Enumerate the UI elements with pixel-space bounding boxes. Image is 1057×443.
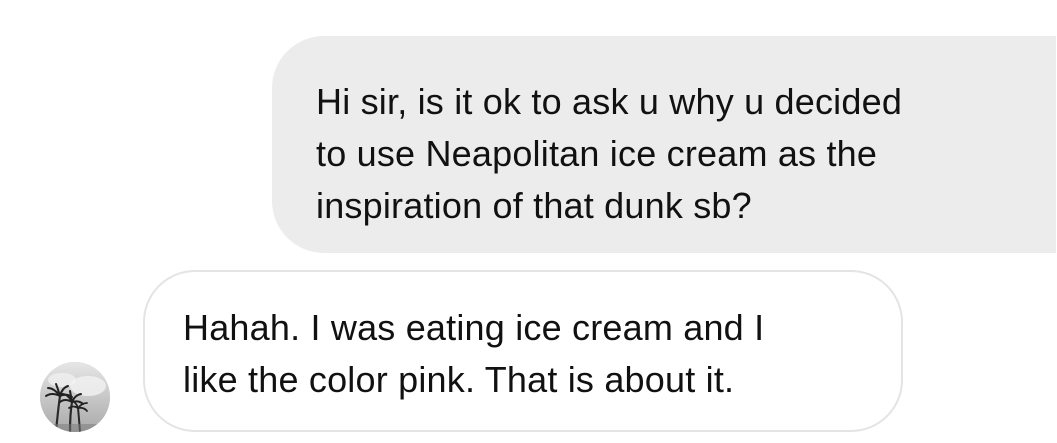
received-message-bubble[interactable]: Hahah. I was eating ice cream and I like… [143,270,903,432]
sent-message-text: Hi sir, is it ok to ask u why u decided … [316,81,903,226]
sent-message-bubble[interactable]: Hi sir, is it ok to ask u why u decided … [272,36,1056,253]
received-message-text: Hahah. I was eating ice cream and I like… [183,307,765,400]
contact-avatar[interactable] [40,362,110,432]
message-thread: Hi sir, is it ok to ask u why u decided … [0,0,1057,443]
palm-tree-avatar-icon [40,362,110,432]
